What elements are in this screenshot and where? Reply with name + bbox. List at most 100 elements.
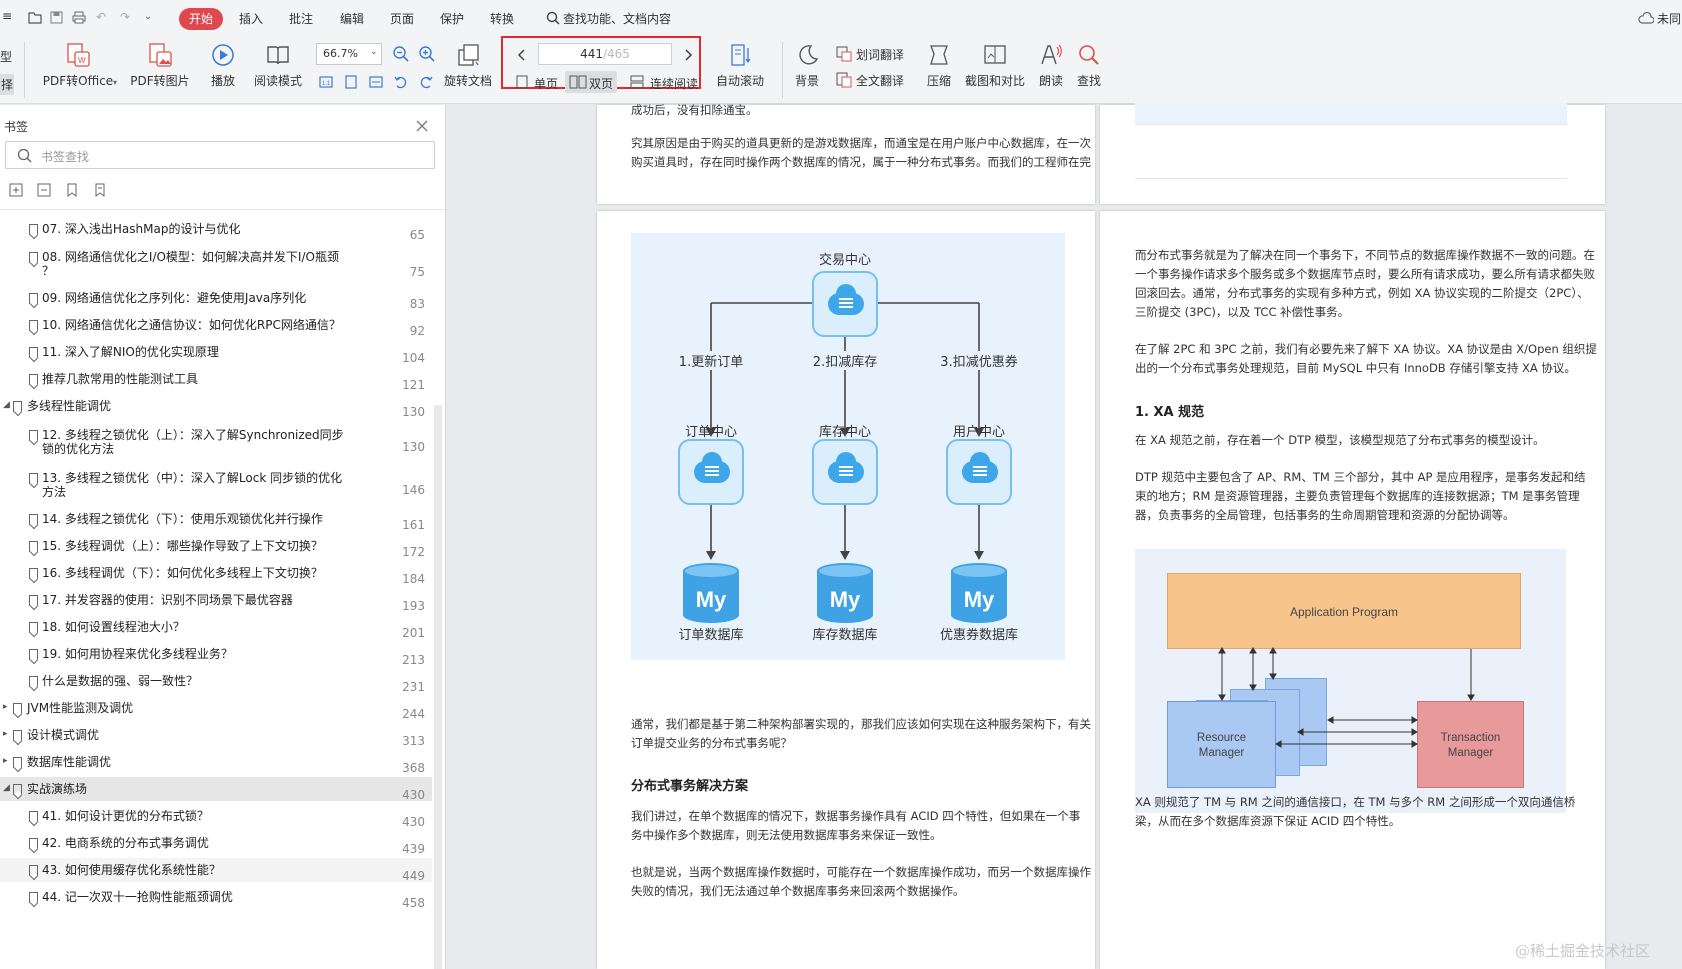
add-bookmark-icon[interactable] (65, 183, 79, 197)
page-number-input[interactable]: 441/465 (538, 43, 672, 65)
bookmark-item[interactable]: 什么是数据的强、弱一致性？ 231 (0, 669, 432, 694)
collapse-caret-icon[interactable]: ◢ (3, 783, 10, 793)
page-text-line: 通常，我们都是基于第二种架构部署实现的，那我们应该如何实现在这种服务架构下，有关 (631, 717, 1091, 731)
auto-scroll-button[interactable]: 自动滚动 (710, 42, 770, 89)
bookmark-item[interactable]: 09. 网络通信优化之序列化：避免使用Java序列化 83 (0, 286, 432, 311)
bookmark-options-icon[interactable] (93, 183, 107, 197)
expand-caret-icon[interactable]: ▸ (3, 729, 8, 739)
bookmark-item[interactable]: 13. 多线程之锁优化（中）：深入了解Lock 同步锁的优化 方法 146 (0, 466, 432, 506)
page-text-line: 三阶提交 (3PC)，以及 TCC 补偿性事务。 (1135, 305, 1350, 319)
find-button[interactable]: 查找 (1073, 42, 1105, 89)
bookmark-item[interactable]: 41. 如何设计更优的分布式锁？ 430 (0, 804, 432, 829)
pdf-page-top-left: 成功后，没有扣除通宝。 究其原因是由于购买的道具更新的是游戏数据库，而通宝是在用… (597, 103, 1095, 204)
continuous-read-button[interactable]: 连续阅读 (628, 72, 700, 92)
open-folder-icon[interactable] (28, 11, 42, 24)
read-mode-button[interactable]: 阅读模式 (250, 42, 306, 89)
continuous-read-label: 连续阅读 (650, 77, 699, 91)
bookmark-item[interactable]: 07. 深入浅出HashMap的设计与优化 65 (0, 217, 432, 242)
bookmark-item[interactable]: 15. 多线程调优（上）：哪些操作导致了上下文切换？ 172 (0, 534, 432, 559)
collapse-caret-icon[interactable]: ◢ (3, 400, 10, 410)
background-button[interactable]: 背景 (790, 42, 824, 89)
print-icon[interactable] (72, 11, 86, 24)
save-icon[interactable] (50, 11, 63, 24)
play-button[interactable]: 播放 (203, 42, 243, 89)
screenshot-compare-button[interactable]: 截图和对比 (963, 42, 1027, 89)
bookmark-page-number: 231 (402, 680, 425, 694)
tab-insert[interactable]: 插入 (239, 10, 263, 27)
zoom-out-icon[interactable] (392, 45, 410, 63)
bookmark-item[interactable]: 14. 多线程之锁优化（下）：使用乐观锁优化并行操作 161 (0, 507, 432, 532)
tab-protect[interactable]: 保护 (440, 10, 464, 27)
bookmark-item[interactable]: 18. 如何设置线程池大小？ 201 (0, 615, 432, 640)
ribbon-partial-label-2[interactable]: 择 (0, 74, 15, 95)
tab-convert[interactable]: 转换 (490, 10, 514, 27)
fit-page-icon[interactable] (343, 74, 359, 90)
bookmark-item[interactable]: ▸ 设计模式调优 313 (0, 723, 432, 748)
bookmark-search-input[interactable]: 书签查找 (5, 141, 435, 169)
bookmark-item[interactable]: 11. 深入了解NIO的优化实现原理 104 (0, 340, 432, 365)
rotate-document-button[interactable]: 旋转文档 (440, 42, 496, 89)
single-page-button[interactable]: 单页 (514, 72, 559, 92)
collapse-all-icon[interactable] (37, 183, 51, 197)
service-label: 库存中心 (818, 425, 871, 440)
menu-icon[interactable]: ≡ (2, 9, 12, 23)
expand-caret-icon[interactable]: ▸ (3, 756, 8, 766)
database-label: 库存数据库 (812, 628, 878, 643)
bookmark-item[interactable]: ▸ 数据库性能调优 368 (0, 750, 432, 775)
bookmark-item[interactable]: ▸ JVM性能监测及调优 244 (0, 696, 432, 721)
pdf-to-image-button[interactable]: PDF转图片 (125, 42, 195, 89)
translate-icon (836, 46, 852, 62)
double-page-button[interactable]: 双页 (565, 71, 617, 93)
customize-chevron-icon[interactable]: ⌄ (144, 11, 152, 22)
page-text-line: 束的地方；RM 是资源管理器，主要负责管理每个数据库的连接数据源；TM 是事务管… (1135, 489, 1580, 503)
bookmark-item[interactable]: ◢ 实战演练场 430 (0, 777, 432, 802)
bookmark-icon (13, 401, 22, 412)
bookmark-item[interactable]: 推荐几款常用的性能测试工具 121 (0, 367, 432, 392)
bookmark-icon (29, 811, 38, 822)
cloud-sync-icon[interactable] (1638, 12, 1654, 24)
bookmark-item[interactable]: 17. 并发容器的使用：识别不同场景下最优容器 193 (0, 588, 432, 613)
page-text-line: 究其原因是由于购买的道具更新的是游戏数据库，而通宝是在用户账户中心数据库，在一次 (631, 136, 1091, 150)
actual-size-icon[interactable]: 1:1 (318, 74, 334, 90)
bookmark-item[interactable]: 10. 网络通信优化之通信协议：如何优化RPC网络通信？ 92 (0, 313, 432, 338)
bookmark-label: 19. 如何用协程来优化多线程业务？ (42, 647, 233, 661)
previous-page-icon[interactable] (516, 48, 526, 62)
ribbon-partial-label-1[interactable]: 型 (0, 48, 12, 65)
bookmark-item[interactable]: 08. 网络通信优化之I/O模型：如何解决高并发下I/O瓶颈？ 75 (0, 245, 432, 285)
tab-start[interactable]: 开始 (179, 8, 223, 30)
tab-comment[interactable]: 批注 (289, 10, 313, 27)
tab-edit[interactable]: 编辑 (340, 10, 364, 27)
undo-icon[interactable]: ↶ (96, 10, 106, 24)
bookmark-panel: 书签 书签查找 07. 深入浅出HashMap的设计与优化 65 08. 网络通信优… (0, 105, 446, 969)
close-icon[interactable] (416, 120, 428, 132)
background-label: 背景 (794, 74, 819, 88)
page-text-line: XA 则规范了 TM 与 RM 之间的通信接口，在 TM 与多个 RM 之间形成… (1135, 795, 1576, 809)
scrollbar-thumb[interactable] (434, 405, 442, 969)
zoom-select[interactable]: 66.7% ⌄ (316, 43, 382, 65)
pdf-to-office-button[interactable]: W PDF转Office (38, 42, 118, 89)
rotate-right-icon[interactable] (418, 74, 434, 90)
expand-caret-icon[interactable]: ▸ (3, 702, 8, 712)
tab-page[interactable]: 页面 (390, 10, 414, 27)
next-page-icon[interactable] (684, 48, 694, 62)
pdf-to-office-dropdown-icon[interactable]: ▾ (113, 78, 117, 87)
bookmark-item[interactable]: 12. 多线程之锁优化（上）：深入了解Synchronized同步 锁的优化方法 1… (0, 423, 432, 463)
compress-button[interactable]: 压缩 (922, 42, 956, 89)
bookmark-item[interactable]: 16. 多线程调优（下）：如何优化多线程上下文切换？ 184 (0, 561, 432, 586)
fit-width-icon[interactable] (368, 74, 384, 90)
bookmark-item[interactable]: 42. 电商系统的分布式事务调优 439 (0, 831, 432, 856)
expand-all-icon[interactable] (9, 183, 23, 197)
double-page-label: 双页 (589, 77, 614, 91)
bookmark-item[interactable]: 43. 如何使用缓存优化系统性能？ 449 (0, 858, 432, 883)
zoom-in-icon[interactable] (418, 45, 436, 63)
sync-status[interactable]: 未同 (1657, 10, 1681, 27)
rotate-left-icon[interactable] (393, 74, 409, 90)
bookmark-label: 41. 如何设计更优的分布式锁？ (42, 809, 209, 823)
bookmark-search-placeholder: 书签查找 (41, 150, 90, 164)
bookmark-label: 什么是数据的强、弱一致性？ (42, 674, 199, 688)
bookmark-item[interactable]: 19. 如何用协程来优化多线程业务？ 213 (0, 642, 432, 667)
bookmark-item[interactable]: 44. 记一次双十一抢购性能瓶颈调优 458 (0, 885, 432, 910)
bookmark-item[interactable]: ◢ 多线程性能调优 130 (0, 394, 432, 419)
read-aloud-button[interactable]: 朗读 (1035, 42, 1067, 89)
redo-icon[interactable]: ↷ (120, 10, 130, 24)
